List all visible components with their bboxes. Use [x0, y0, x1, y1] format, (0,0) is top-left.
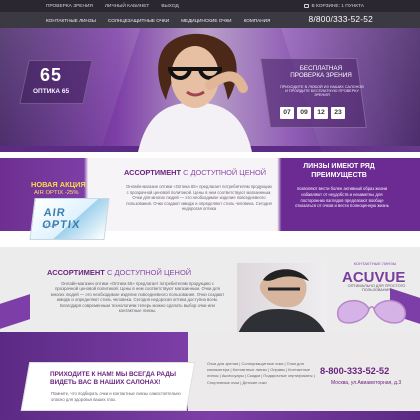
top-utility-bar: ПРОВЕРКА ЗРЕНИЯ ЛИЧНЫЙ КАБИНЕТ ВЫХОД В К…	[0, 0, 420, 12]
right-lens	[373, 299, 407, 324]
footer-bottom-stripe	[0, 411, 420, 420]
nav-item-sunglasses[interactable]: СОЛНЦЕЗАЩИТНЫЕ ОЧКИ	[108, 18, 169, 23]
cta-title: ПРИХОДИТЕ К НАМ! МЫ ВСЕГДА РАДЫ ВИДЕТЬ В…	[50, 371, 177, 386]
logo-text: ОПТИКА 65	[33, 88, 70, 95]
timer-seconds: 23	[331, 107, 345, 119]
assortment2-title-right: С ДОСТУПНОЙ ЦЕНОЙ	[106, 268, 192, 277]
advantages-title: ЛИНЗЫ ИМЕЮТ РЯД ПРЕИМУЩЕСТВ	[303, 163, 375, 179]
logo-mark: 65	[40, 65, 63, 85]
footer-links[interactable]: Очки для зрения | Солнцезащитные очки | …	[207, 361, 318, 386]
countdown-timer: 07 09 12 23	[280, 107, 345, 119]
nav-item-company[interactable]: КОМПАНИЯ	[244, 18, 271, 23]
shirt-shape	[138, 102, 252, 152]
product-box[interactable]: AIR OPTIX AQUA	[29, 198, 110, 240]
assortment-title: АССОРТИМЕНТ С ДОСТУПНОЙ ЦЕНОЙ	[124, 168, 266, 177]
cart-text: В КОРЗИНЕ: 1 ПУНКТА	[311, 3, 365, 9]
topbar-link-eye-check[interactable]: ПРОВЕРКА ЗРЕНИЯ	[46, 4, 93, 9]
acuvue-brand: ACUVUE	[342, 269, 406, 286]
sale-description: AIR OPTIX -25%	[34, 190, 79, 196]
cta-text: Помните, что подбирать очки и контактные…	[51, 391, 181, 402]
advantages-text: позволяют вести более активный образ жиз…	[295, 186, 389, 209]
assortment-text: Онлайн-магазин оптики «Оптика 65» предла…	[126, 184, 272, 212]
glasses-bridge	[368, 306, 375, 310]
promo-title: БЕСПЛАТНАЯ ПРОВЕРКА ЗРЕНИЯ	[290, 65, 352, 79]
assortment2-title: АССОРТИМЕНТ С ДОСТУПНОЙ ЦЕНОЙ	[47, 268, 191, 277]
acuvue-label: КОНТАКТНЫЕ ЛИНЗЫ	[353, 261, 397, 266]
nav-item-medical-glasses[interactable]: МЕДИЦИНСКИЕ ОЧКИ	[181, 18, 231, 23]
timer-minutes: 12	[314, 107, 328, 119]
model-illustration	[138, 33, 252, 152]
left-accent-shape	[0, 294, 30, 329]
promo-description: ПРИХОДИТЕ В ЛЮБОЙ ИЗ НАШИХ САЛОНОВ И ПРО…	[280, 85, 364, 98]
footer-phone[interactable]: 8-800-333-52-52	[320, 366, 389, 376]
cart-icon	[303, 4, 309, 8]
topbar-link-logout[interactable]: ВЫХОД	[161, 4, 178, 9]
left-lens	[336, 299, 370, 324]
assortment-title-left: АССОРТИМЕНТ	[124, 168, 181, 177]
timer-days: 07	[280, 107, 294, 119]
timer-hours: 09	[297, 107, 311, 119]
assortment2-text: Онлайн-магазин оптики «Оптика 65» предла…	[50, 281, 225, 314]
sale-label: НОВАЯ АКЦИЯ	[31, 180, 86, 189]
assortment2-title-left: АССОРТИМЕНТ	[47, 268, 105, 277]
assortment-title-right: С ДОСТУПНОЙ ЦЕНОЙ	[183, 168, 267, 177]
acuvue-subtitle: ОПТИМАЛЬНО ДЛЯ ПРОСТОГО ПОЛЬЗОВАНИЯ	[347, 284, 406, 292]
nav-item-contact-lenses[interactable]: КОНТАКТНЫЕ ЛИНЗЫ	[46, 18, 96, 23]
product-subtitle: AQUA	[41, 223, 57, 229]
footer-address: Москва, ул.Авиамоторная, д.3	[331, 380, 402, 386]
header-phone[interactable]: 8/800/333-52-52	[309, 14, 373, 24]
cart-indicator[interactable]: В КОРЗИНЕ: 1 ПУНКТА	[303, 3, 377, 9]
man-illustration	[237, 263, 327, 336]
glasses-image	[336, 299, 407, 324]
topbar-link-account[interactable]: ЛИЧНЫЙ КАБИНЕТ	[105, 4, 149, 9]
